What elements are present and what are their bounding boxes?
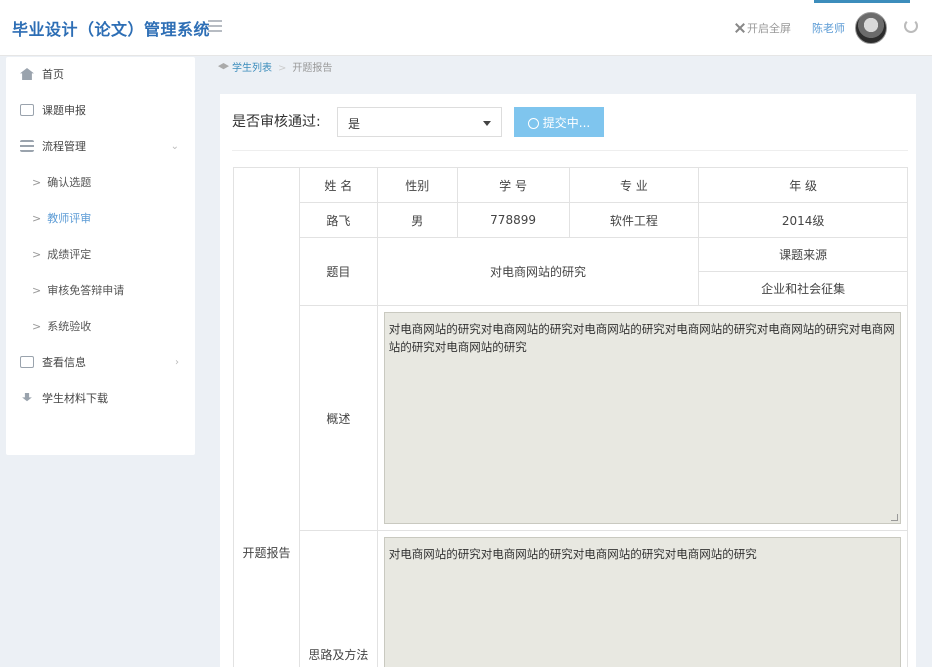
- report-table: 开题报告 姓 名 性别 学 号 专 业 年 级 路飞 男 778899 软件工程…: [233, 167, 909, 667]
- cell-gender: 男: [376, 202, 458, 238]
- chevron-down-icon: ⌄: [170, 141, 179, 152]
- method-cell: 对电商网站的研究对电商网站的研究对电商网站的研究对电商网站的研究: [376, 530, 909, 667]
- checkbox-icon: [20, 104, 34, 116]
- menu-icon[interactable]: [208, 20, 222, 32]
- sidebar-item-label: 首页: [42, 68, 64, 81]
- overview-text: 对电商网站的研究对电商网站的研究对电商网站的研究对电商网站的研究对电商网站的研究…: [388, 322, 895, 354]
- sidebar-item-label: 查看信息: [42, 356, 86, 369]
- fullscreen-label: 开启全屏: [747, 22, 791, 35]
- source-label: 课题来源: [698, 237, 908, 272]
- review-label: 是否审核通过:: [232, 114, 321, 130]
- topic-value: 对电商网站的研究: [376, 237, 700, 306]
- spinner-icon: [527, 117, 539, 129]
- topic-label: 题目: [298, 237, 378, 306]
- fullscreen-button[interactable]: 开启全屏: [735, 20, 791, 36]
- breadcrumb-icon: [218, 63, 229, 70]
- resize-handle-icon[interactable]: [891, 514, 898, 521]
- sidebar-item-download[interactable]: 学生材料下载: [6, 381, 195, 417]
- sidebar-item-topic-declare[interactable]: 课题申报: [6, 93, 195, 129]
- breadcrumb: 学生列表 > 开题报告: [218, 59, 332, 74]
- chevron-right-icon: >: [32, 212, 42, 225]
- logout-icon[interactable]: [904, 19, 918, 33]
- info-icon: [20, 356, 34, 368]
- sidebar-subitem-label: 成绩评定: [47, 248, 92, 261]
- sidebar: 首页 课题申报 流程管理 ⌄ > 确认选题 > 教师评审 > 成绩评定 > 审核免答辩申…: [6, 57, 195, 455]
- sidebar-subitem-label: 系统验收: [47, 320, 92, 333]
- method-textarea[interactable]: 对电商网站的研究对电商网站的研究对电商网站的研究对电商网站的研究: [383, 537, 901, 667]
- header-name: 姓 名: [298, 167, 378, 203]
- sidebar-subitem-teacher-review[interactable]: > 教师评审: [6, 201, 195, 237]
- breadcrumb-link-student-list[interactable]: 学生列表: [232, 63, 272, 74]
- overview-cell: 对电商网站的研究对电商网站的研究对电商网站的研究对电商网站的研究对电商网站的研究…: [376, 305, 909, 531]
- download-icon: [22, 393, 32, 402]
- sidebar-subitem-system-acceptance[interactable]: > 系统验收: [6, 309, 195, 345]
- sidebar-item-label: 流程管理: [42, 140, 86, 153]
- cell-grade: 2014级: [698, 202, 908, 238]
- avatar[interactable]: [855, 12, 887, 44]
- header-major: 专 业: [568, 167, 700, 203]
- review-select-value: 是: [348, 117, 361, 131]
- cell-name: 路飞: [298, 202, 378, 238]
- sidebar-item-view-info[interactable]: 查看信息 ›: [6, 345, 195, 381]
- breadcrumb-current: 开题报告: [292, 63, 333, 74]
- sidebar-subitem-label: 审核免答辩申请: [47, 284, 125, 297]
- chevron-right-icon: >: [32, 320, 42, 333]
- sidebar-subitem-grading[interactable]: > 成绩评定: [6, 237, 195, 273]
- caret-down-icon: [483, 121, 491, 126]
- sidebar-item-label: 课题申报: [42, 104, 86, 117]
- cell-student-id: 778899: [456, 202, 570, 238]
- header-student-id: 学 号: [456, 167, 570, 203]
- method-text: 对电商网站的研究对电商网站的研究对电商网站的研究对电商网站的研究: [388, 547, 757, 561]
- home-icon: [20, 68, 34, 80]
- header-grade: 年 级: [698, 167, 908, 203]
- app-title: 毕业设计（论文）管理系统: [12, 20, 211, 39]
- chevron-right-icon: ›: [175, 357, 179, 368]
- header-gender: 性别: [376, 167, 458, 203]
- sidebar-item-label: 学生材料下载: [42, 392, 108, 405]
- main-panel: 是否审核通过: 是 提交中... 开题报告 姓 名 性别 学 号 专 业 年 级…: [220, 94, 916, 667]
- user-name[interactable]: 陈老师: [812, 20, 845, 36]
- sidebar-subitem-label: 确认选题: [47, 176, 92, 189]
- fullscreen-icon: [735, 23, 745, 33]
- top-header: 毕业设计（论文）管理系统 开启全屏 陈老师: [0, 0, 932, 56]
- sidebar-item-process[interactable]: 流程管理 ⌄: [6, 129, 195, 165]
- overview-textarea[interactable]: 对电商网站的研究对电商网站的研究对电商网站的研究对电商网站的研究对电商网站的研究…: [383, 312, 901, 524]
- divider: [232, 150, 908, 151]
- sidebar-subitem-confirm-topic[interactable]: > 确认选题: [6, 165, 195, 201]
- review-select[interactable]: 是: [337, 107, 502, 137]
- chevron-right-icon: >: [32, 176, 42, 189]
- method-label: 思路及方法: [298, 530, 378, 667]
- cell-major: 软件工程: [568, 202, 700, 238]
- chevron-right-icon: >: [32, 248, 42, 261]
- sidebar-subitem-label: 教师评审: [47, 212, 92, 225]
- sidebar-subitem-defense-exemption[interactable]: > 审核免答辩申请: [6, 273, 195, 309]
- sidebar-item-home[interactable]: 首页: [6, 57, 195, 93]
- overview-label: 概述: [298, 305, 378, 531]
- breadcrumb-separator: >: [278, 63, 287, 74]
- section-label: 开题报告: [233, 167, 300, 667]
- source-value: 企业和社会征集: [698, 271, 908, 306]
- submit-button[interactable]: 提交中...: [514, 107, 604, 137]
- header-accent-bar: [814, 0, 910, 3]
- chevron-right-icon: >: [32, 284, 42, 297]
- list-icon: [20, 140, 34, 152]
- submit-label: 提交中...: [542, 115, 591, 130]
